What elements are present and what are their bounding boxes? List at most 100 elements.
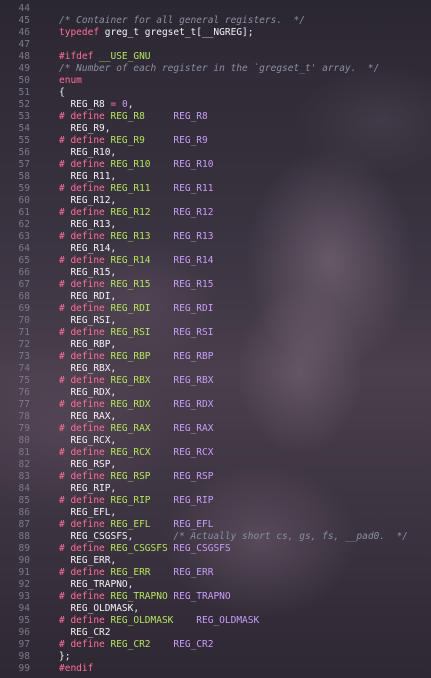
code-token: # define [59, 255, 105, 266]
code-line[interactable]: 53 # define REG_R8 REG_R8 [0, 111, 431, 123]
line-text: # define REG_R12 REG_R12 [30, 207, 213, 219]
code-token: REG_OLDMASK [196, 615, 260, 626]
line-number: 57 [18, 159, 30, 170]
line-number: 70 [18, 315, 30, 326]
code-line[interactable]: 73 # define REG_RBP REG_RBP [0, 351, 431, 363]
code-line[interactable]: 61 # define REG_R12 REG_R12 [0, 207, 431, 219]
line-number: 76 [18, 387, 30, 398]
code-line[interactable]: 78 REG_RAX, [0, 411, 431, 423]
code-token: REG_R13, [59, 219, 117, 230]
code-line[interactable]: 71 # define REG_RSI REG_RSI [0, 327, 431, 339]
code-line[interactable]: 96 REG_CR2 [0, 627, 431, 639]
code-line[interactable]: 46 typedef greg_t gregset_t[__NGREG]; [0, 27, 431, 39]
line-text: REG_RAX, [30, 411, 116, 423]
code-line[interactable]: 89 # define REG_CSGSFS REG_CSGSFS [0, 543, 431, 555]
code-line[interactable]: 63 # define REG_R13 REG_R13 [0, 231, 431, 243]
line-number: 61 [18, 207, 30, 218]
line-text: REG_RIP, [30, 483, 116, 495]
line-number: 89 [18, 543, 30, 554]
line-number: 87 [18, 519, 30, 530]
code-line[interactable]: 98}; [0, 651, 431, 663]
code-line[interactable]: 48 #ifdef __USE_GNU [0, 51, 431, 63]
code-line[interactable]: 59 # define REG_R11 REG_R11 [0, 183, 431, 195]
code-line[interactable]: 81 # define REG_RCX REG_RCX [0, 447, 431, 459]
code-token: REG_R15 [104, 279, 174, 290]
code-line[interactable]: 58 REG_R11, [0, 171, 431, 183]
code-line[interactable]: 76 REG_RDX, [0, 387, 431, 399]
code-line[interactable]: 85 # define REG_RIP REG_RIP [0, 495, 431, 507]
code-line[interactable]: 54 REG_R9, [0, 123, 431, 135]
code-line[interactable]: 90 REG_ERR, [0, 555, 431, 567]
code-token: # define [59, 231, 105, 242]
code-line[interactable]: 49 /* Number of each register in the `gre… [0, 63, 431, 75]
code-token: REG_CR2 [59, 627, 111, 638]
code-area[interactable]: 44 45 /* Container for all general registe… [0, 3, 431, 675]
code-line[interactable]: 83 # define REG_RSP REG_RSP [0, 471, 431, 483]
code-line[interactable]: 70 REG_RSI, [0, 315, 431, 327]
code-line[interactable]: 82 REG_RSP, [0, 459, 431, 471]
code-line[interactable]: 57 # define REG_R10 REG_R10 [0, 159, 431, 171]
code-line[interactable]: 67 # define REG_R15 REG_R15 [0, 279, 431, 291]
code-line[interactable]: 69 # define REG_RDI REG_RDI [0, 303, 431, 315]
code-line[interactable]: 87 # define REG_EFL REG_EFL [0, 519, 431, 531]
line-text: # define REG_R14 REG_R14 [30, 255, 213, 267]
line-number: 65 [18, 255, 30, 266]
code-line[interactable]: 74 REG_RBX, [0, 363, 431, 375]
code-line[interactable]: 93 # define REG_TRAPNO REG_TRAPNO [0, 591, 431, 603]
code-editor[interactable]: 44 45 /* Container for all general registe… [0, 0, 431, 678]
code-line[interactable]: 97 # define REG_CR2 REG_CR2 [0, 639, 431, 651]
code-line[interactable]: 84 REG_RIP, [0, 483, 431, 495]
code-line[interactable]: 60 REG_R12, [0, 195, 431, 207]
code-token: REG_R8 [104, 111, 174, 122]
code-line[interactable]: 64 REG_R14, [0, 243, 431, 255]
line-number: 97 [18, 639, 30, 650]
code-line[interactable]: 88 REG_CSGSFS, /* Actually short cs, gs,… [0, 531, 431, 543]
line-text: # define REG_R13 REG_R13 [30, 231, 213, 243]
line-text: enum [30, 75, 82, 87]
code-line[interactable]: 50 enum [0, 75, 431, 87]
line-number: 68 [18, 291, 30, 302]
code-token: REG_RIP [104, 495, 174, 506]
code-line[interactable]: 52 REG_R8 = 0, [0, 99, 431, 111]
code-line[interactable]: 99 #endif [0, 663, 431, 675]
code-line[interactable]: 91 # define REG_ERR REG_ERR [0, 567, 431, 579]
code-line[interactable]: 75 # define REG_RBX REG_RBX [0, 375, 431, 387]
code-line[interactable]: 94 REG_OLDMASK, [0, 603, 431, 615]
code-line[interactable]: 80 REG_RCX, [0, 435, 431, 447]
line-text: # define REG_ERR REG_ERR [30, 567, 213, 579]
line-text: # define REG_R8 REG_R8 [30, 111, 208, 123]
code-token: # define [59, 399, 105, 410]
line-text: REG_ERR, [30, 555, 116, 567]
code-line[interactable]: 51 { [0, 87, 431, 99]
code-token: REG_R13 [173, 231, 214, 242]
code-line[interactable]: 72 REG_RBP, [0, 339, 431, 351]
code-token: # define [59, 423, 105, 434]
code-line[interactable]: 95 # define REG_OLDMASK REG_OLDMASK [0, 615, 431, 627]
code-line[interactable]: 92 REG_TRAPNO, [0, 579, 431, 591]
code-line[interactable]: 44 [0, 3, 431, 15]
code-token: # define [59, 447, 105, 458]
code-line[interactable]: 47 [0, 39, 431, 51]
code-token: REG_TRAPNO, [59, 579, 134, 590]
code-token: __USE_GNU [93, 51, 151, 62]
line-text: REG_R9, [30, 123, 110, 135]
code-line[interactable]: 62 REG_R13, [0, 219, 431, 231]
line-text: REG_RSI, [30, 315, 116, 327]
code-token: REG_RBX [104, 375, 174, 386]
code-line[interactable]: 68 REG_RDI, [0, 291, 431, 303]
code-line[interactable]: 65 # define REG_R14 REG_R14 [0, 255, 431, 267]
line-text: REG_R14, [30, 243, 116, 255]
code-token: # define [59, 471, 105, 482]
code-line[interactable]: 55 # define REG_R9 REG_R9 [0, 135, 431, 147]
code-token: REG_RCX [104, 447, 174, 458]
line-number: 59 [18, 183, 30, 194]
code-line[interactable]: 77 # define REG_RDX REG_RDX [0, 399, 431, 411]
code-line[interactable]: 86 REG_EFL, [0, 507, 431, 519]
line-text: REG_RCX, [30, 435, 116, 447]
code-line[interactable]: 66 REG_R15, [0, 267, 431, 279]
code-line[interactable]: 79 # define REG_RAX REG_RAX [0, 423, 431, 435]
line-number: 64 [18, 243, 30, 254]
line-text: { [30, 87, 65, 99]
code-line[interactable]: 56 REG_R10, [0, 147, 431, 159]
code-line[interactable]: 45 /* Container for all general registers… [0, 15, 431, 27]
